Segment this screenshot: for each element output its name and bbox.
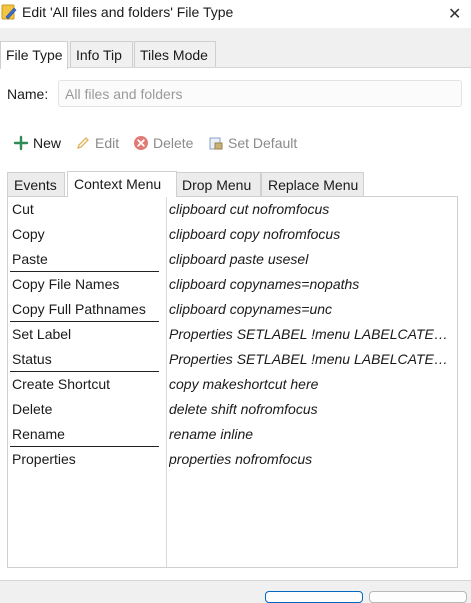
- delete-icon: [134, 136, 148, 150]
- menu-item-command: rename inline: [169, 426, 254, 442]
- delete-label: Delete: [153, 135, 194, 151]
- pencil-file-icon: [1, 4, 17, 20]
- menu-item-name: Cut: [12, 201, 34, 217]
- list-item[interactable]: Cut clipboard cut nofromfocus: [8, 197, 457, 222]
- menu-item-name: Rename: [12, 426, 65, 442]
- tab-info-tip[interactable]: Info Tip: [70, 41, 133, 67]
- new-label: New: [33, 135, 62, 151]
- menu-item-command: Properties SETLABEL !menu LABELCATEGO...: [169, 351, 454, 367]
- set-default-label: Set Default: [228, 135, 298, 151]
- tab-file-type[interactable]: File Type: [0, 41, 68, 69]
- edit-button[interactable]: Edit: [75, 135, 119, 155]
- tab-tiles-mode[interactable]: Tiles Mode: [134, 41, 216, 67]
- menu-item-command: clipboard paste usesel: [169, 251, 309, 267]
- menu-item-name: Create Shortcut: [12, 376, 111, 392]
- tab-replace-menu[interactable]: Replace Menu: [261, 172, 364, 196]
- plus-icon: [13, 135, 29, 151]
- list-item[interactable]: Status Properties SETLABEL !menu LABELCA…: [8, 347, 457, 372]
- set-default-icon: [209, 137, 223, 150]
- list-item[interactable]: Properties properties nofromfocus: [8, 447, 457, 472]
- ok-button[interactable]: [265, 591, 363, 603]
- close-icon[interactable]: ✕: [448, 4, 461, 24]
- menu-item-command: Properties SETLABEL !menu LABELCATEGO...: [169, 326, 454, 342]
- list-item[interactable]: Copy Full Pathnames clipboard copynames=…: [8, 297, 457, 322]
- list-item[interactable]: Copy File Names clipboard copynames=nopa…: [8, 272, 457, 297]
- list-item[interactable]: Set Label Properties SETLABEL !menu LABE…: [8, 322, 457, 347]
- delete-button[interactable]: Delete: [133, 135, 193, 155]
- name-field[interactable]: [58, 80, 462, 107]
- menu-item-command: clipboard cut nofromfocus: [169, 201, 330, 217]
- list-item[interactable]: Copy clipboard copy nofromfocus: [8, 222, 457, 247]
- menu-item-command: clipboard copynames=nopaths: [169, 276, 360, 292]
- cancel-button[interactable]: [369, 591, 467, 603]
- menu-item-command: clipboard copy nofromfocus: [169, 226, 341, 242]
- window-title: Edit 'All files and folders' File Type: [22, 4, 234, 20]
- menu-item-name: Copy File Names: [12, 276, 120, 292]
- set-default-button[interactable]: Set Default: [208, 135, 297, 155]
- new-button[interactable]: New: [13, 135, 61, 155]
- list-item[interactable]: Rename rename inline: [8, 422, 457, 447]
- edit-label: Edit: [95, 135, 120, 151]
- menu-item-name: Paste: [12, 251, 48, 267]
- menu-item-name: Copy: [12, 226, 45, 242]
- menu-item-command: delete shift nofromfocus: [169, 401, 318, 417]
- menu-item-command: properties nofromfocus: [169, 451, 313, 467]
- menu-item-command: clipboard copynames=unc: [169, 301, 333, 317]
- menu-item-command: copy makeshortcut here: [169, 376, 319, 392]
- title-bar: Edit 'All files and folders' File Type ✕: [0, 0, 471, 28]
- menu-item-name: Delete: [12, 401, 53, 417]
- menu-item-name: Properties: [12, 451, 76, 467]
- list-item[interactable]: Create Shortcut copy makeshortcut here: [8, 372, 457, 397]
- menu-item-name: Copy Full Pathnames: [12, 301, 146, 317]
- context-menu-list[interactable]: Cut clipboard cut nofromfocus Copy clipb…: [7, 196, 458, 568]
- menu-item-name: Status: [12, 351, 52, 367]
- tab-drop-menu[interactable]: Drop Menu: [175, 172, 261, 196]
- list-item[interactable]: Delete delete shift nofromfocus: [8, 397, 457, 422]
- list-item[interactable]: Paste clipboard paste usesel: [8, 247, 457, 272]
- menu-item-name: Set Label: [12, 326, 72, 342]
- tab-context-menu[interactable]: Context Menu: [67, 171, 177, 197]
- pencil-icon: [76, 137, 89, 150]
- tab-events[interactable]: Events: [7, 172, 65, 196]
- name-label: Name:: [7, 86, 49, 102]
